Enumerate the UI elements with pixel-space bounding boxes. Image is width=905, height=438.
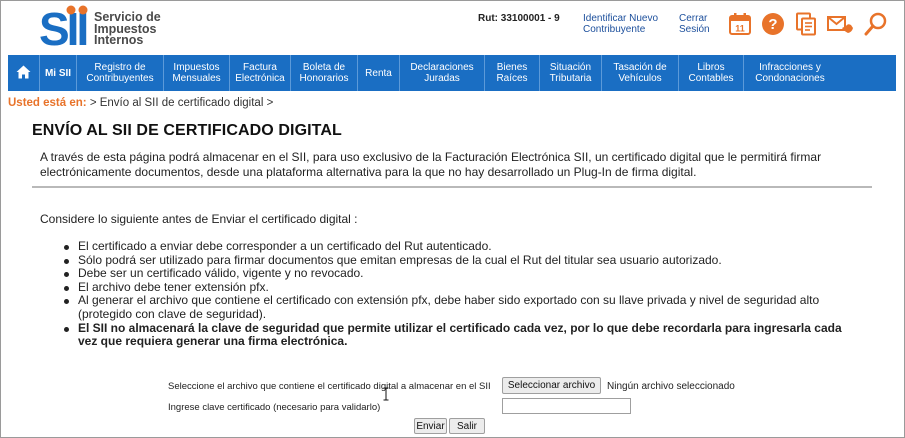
file-status: Ningún archivo seleccionado	[607, 381, 735, 392]
cerrar-line-1: Cerrar	[679, 13, 708, 24]
identificar-line-2: Contribuyente	[583, 24, 646, 35]
nav-situacion-tributaria[interactable]: Situación Tributaria	[540, 55, 602, 91]
sii-logo[interactable]: SII Servicio de Impuestos Internos	[38, 3, 161, 55]
list-item: Debe ser un certificado válido, vigente …	[64, 267, 864, 281]
enviar-button[interactable]: Enviar	[414, 418, 447, 434]
list-item: Al generar el archivo que contiene el ce…	[64, 294, 864, 321]
cerrar-line-2: Sesión	[679, 24, 710, 35]
nav-registro-contribuyentes[interactable]: Registro de Contribuyentes	[77, 55, 164, 91]
section-divider	[32, 186, 872, 188]
logo-text: Servicio de Impuestos Internos	[94, 11, 161, 47]
nav-infracciones-condonaciones[interactable]: Infracciones y Condonaciones	[744, 55, 836, 91]
help-glyph: ?	[768, 16, 777, 33]
nav-declaraciones-juradas[interactable]: Declaraciones Juradas	[400, 55, 485, 91]
identificar-nuevo-contribuyente-link[interactable]: Identificar Nuevo Contribuyente	[583, 13, 658, 35]
nav-renta[interactable]: Renta	[358, 55, 400, 91]
consider-heading: Considere lo siguiente antes de Enviar e…	[40, 212, 358, 226]
nav-mi-sii[interactable]: Mi SII	[40, 55, 77, 91]
documents-icon[interactable]	[794, 12, 818, 36]
search-icon[interactable]	[864, 12, 888, 36]
home-icon	[16, 65, 31, 82]
nav-boleta-honorarios[interactable]: Boleta de Honorarios	[291, 55, 358, 91]
breadcrumb-path[interactable]: > Envío al SII de certificado digital >	[90, 97, 273, 109]
list-item: Sólo podrá ser utilizado para firmar doc…	[64, 253, 864, 268]
main-nav: Mi SII Registro de Contribuyentes Impuest…	[8, 55, 896, 91]
header-icons: 11 ?	[728, 12, 888, 36]
page-title: ENVÍO AL SII DE CERTIFICADO DIGITAL	[32, 122, 342, 139]
calendar-day: 11	[735, 24, 745, 34]
password-label: Ingrese clave certificado (necesario par…	[168, 402, 381, 413]
certificate-password-input[interactable]	[502, 398, 631, 414]
nav-factura-electronica[interactable]: Factura Electrónica	[230, 55, 291, 91]
nav-impuestos-mensuales[interactable]: Impuestos Mensuales	[164, 55, 230, 91]
list-item: El certificado a enviar debe corresponde…	[64, 239, 864, 254]
calendar-icon[interactable]: 11	[728, 12, 752, 36]
identificar-line-1: Identificar Nuevo	[583, 13, 659, 24]
requirements-list: El certificado a enviar debe corresponde…	[64, 239, 864, 349]
rut-display: Rut: 33100001 - 9	[478, 13, 560, 24]
nav-libros-contables[interactable]: Libros Contables	[679, 55, 744, 91]
logo-line-3: Internos	[94, 33, 144, 47]
mail-phone-icon[interactable]	[827, 12, 855, 36]
sii-logo-mark: SII	[38, 3, 89, 55]
salir-button[interactable]: Salir	[449, 418, 485, 434]
help-icon[interactable]: ?	[761, 12, 785, 36]
nav-home[interactable]	[8, 55, 40, 91]
nav-tasacion-vehiculos[interactable]: Tasación de Vehículos	[602, 55, 679, 91]
text-cursor-icon	[383, 387, 389, 401]
select-file-button[interactable]: Seleccionar archivo	[502, 377, 601, 394]
file-label: Seleccione el archivo que contiene el ce…	[168, 381, 491, 392]
breadcrumb-prefix: Usted está en:	[8, 97, 87, 109]
breadcrumb: Usted está en: > Envío al SII de certifi…	[8, 97, 273, 109]
list-item: El archivo debe tener extensión pfx.	[64, 280, 864, 295]
nav-bienes-raices[interactable]: Bienes Raíces	[485, 55, 540, 91]
intro-text: A través de esta página podrá almacenar …	[40, 150, 822, 179]
list-item: El SII no almacenará la clave de segurid…	[64, 321, 864, 349]
cerrar-sesion-link[interactable]: Cerrar Sesión	[679, 13, 710, 35]
